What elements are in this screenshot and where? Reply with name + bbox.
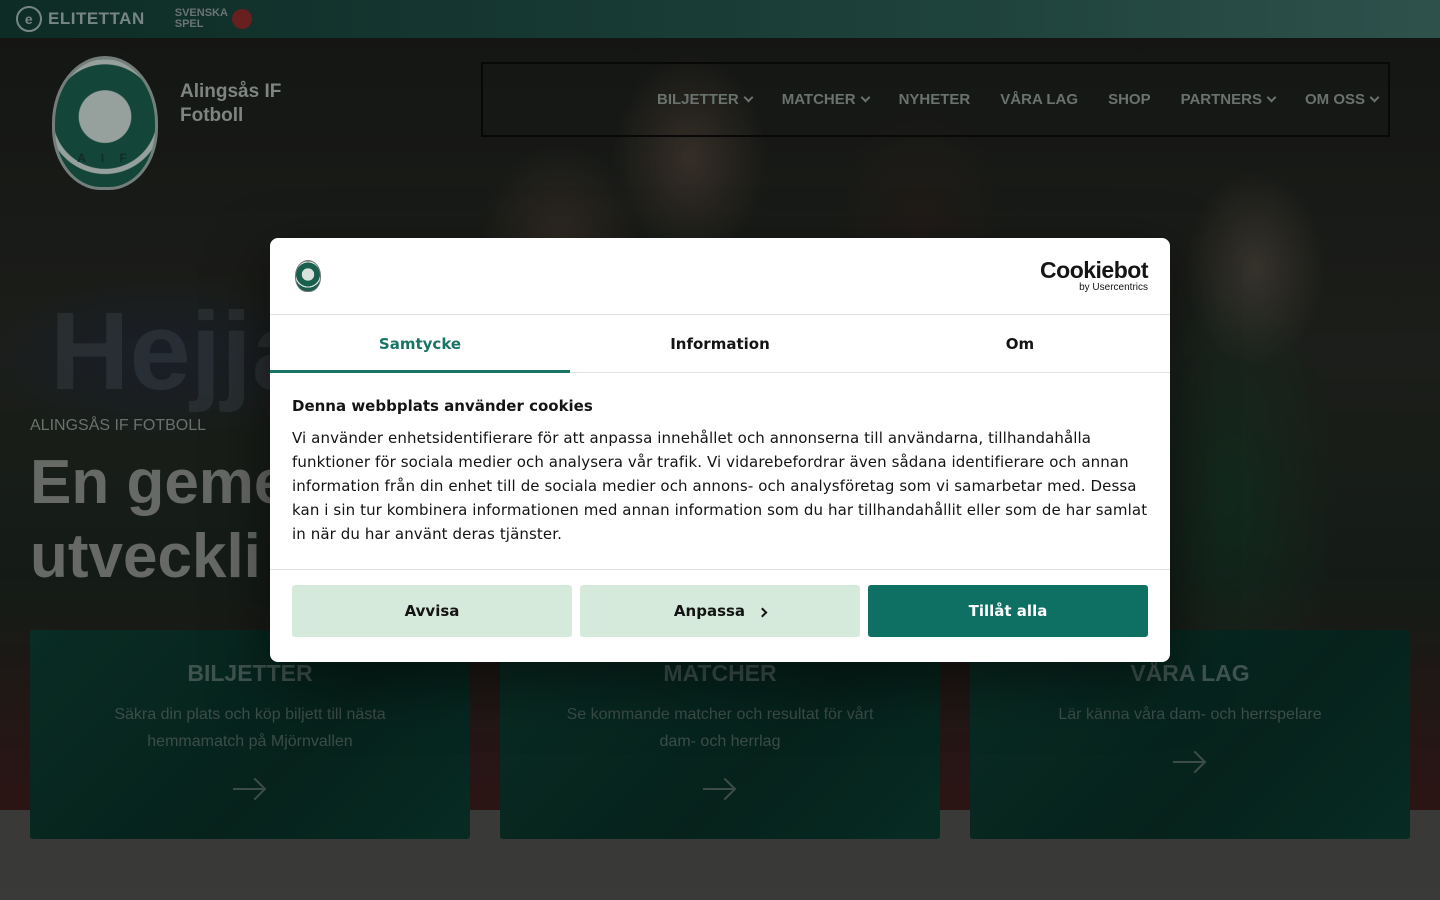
accept-label: Tillåt alla [968,602,1048,620]
cookiebot-sub: by Usercentrics [1079,282,1148,293]
chevron-right-icon [757,607,768,617]
club-crest-icon [295,260,321,292]
dialog-tabs: Samtycke Information Om [270,315,1170,373]
cookie-consent-dialog: Cookiebot by Usercentrics Samtycke Infor… [270,238,1170,662]
dialog-heading: Denna webbplats använder cookies [292,397,593,415]
reject-label: Avvisa [404,602,460,620]
dialog-actions: Avvisa Anpassa Tillåt alla [270,570,1170,652]
customize-label: Anpassa [673,602,746,620]
cookiebot-logo[interactable]: Cookiebot by Usercentrics [1040,258,1148,294]
cookiebot-name: Cookiebot [1040,257,1148,283]
customize-button[interactable]: Anpassa [580,585,860,637]
accept-all-button[interactable]: Tillåt alla [868,585,1148,637]
tab-samtycke[interactable]: Samtycke [270,315,570,373]
tab-information[interactable]: Information [570,315,870,372]
dialog-body: Denna webbplats använder cookies Vi anvä… [270,373,1170,570]
reject-button[interactable]: Avvisa [292,585,572,637]
dialog-description: Vi använder enhetsidentifierare för att … [292,429,1148,543]
tab-om[interactable]: Om [870,315,1170,372]
dialog-header: Cookiebot by Usercentrics [270,238,1170,315]
